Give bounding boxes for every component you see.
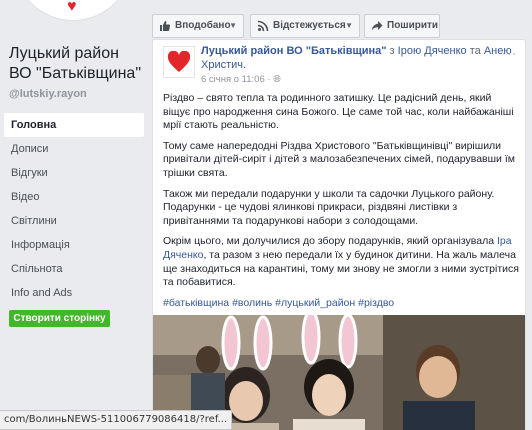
post-timestamp[interactable]: 6 січня о 11:06 · 🌐︎: [201, 74, 281, 85]
follow-label: Відстежується: [273, 20, 346, 31]
chevron-down-icon: ▼: [229, 21, 237, 30]
follow-page-button[interactable]: Відстежується ▼: [250, 14, 360, 38]
post-paragraph: Різдво – свято тепла та родинного затишк…: [163, 92, 514, 132]
chevron-down-icon: ▼: [345, 21, 353, 30]
globe-icon: 🌐︎: [273, 74, 281, 85]
more-options-icon[interactable]: ···: [502, 46, 517, 60]
page-handle[interactable]: @lutskiy.rayon: [9, 88, 87, 100]
tagged-user-1[interactable]: Ірою Дяченко: [398, 45, 467, 57]
post-author-avatar[interactable]: [163, 46, 195, 78]
share-page-button[interactable]: Поширити: [364, 14, 440, 38]
share-label: Поширити: [387, 20, 439, 31]
nav-item-home[interactable]: Головна: [4, 113, 144, 137]
feed-post: Луцький район ВО "Батьківщина" з Ірою Дя…: [152, 39, 526, 430]
and-text: та: [469, 45, 481, 57]
share-arrow-icon: [371, 20, 383, 32]
post-paragraph-text: Окрім цього, ми долучилися до збору пода…: [163, 235, 495, 248]
heart-logo-icon: ♥: [67, 0, 77, 15]
post-author-link[interactable]: Луцький район ВО "Батьківщина": [201, 45, 386, 57]
nav-item-about[interactable]: Інформація: [4, 233, 144, 257]
heart-logo-icon: [167, 51, 191, 72]
like-label: Вподобано: [175, 20, 231, 31]
nav-item-posts[interactable]: Дописи: [4, 137, 144, 161]
browser-status-url: com/ВолиньNEWS-511006779086418/?ref...: [0, 410, 233, 430]
post-text: Різдво – свято тепла та родинного затишк…: [163, 92, 519, 317]
post-paragraph: Тому саме напередодні Різдва Христового …: [163, 139, 515, 179]
create-page-button[interactable]: Створити сторінку: [9, 310, 110, 327]
post-paragraph-text: , та разом з нею передали їх у будинок д…: [163, 248, 519, 289]
thumbs-up-icon: [159, 20, 171, 32]
with-text: з: [389, 45, 395, 57]
page-action-bar: Вподобано ▼ Відстежується ▼ Поширити: [152, 14, 532, 38]
left-sidebar: ♥ Луцький район ВО "Батьківщина" @lutski…: [0, 0, 148, 430]
post-header: Луцький район ВО "Батьківщина" з Ірою Дя…: [201, 44, 521, 72]
post-paragraph: Окрім цього, ми долучилися до збору пода…: [163, 235, 519, 289]
page-avatar[interactable]: ♥: [14, 0, 132, 20]
nav-item-videos[interactable]: Відео: [4, 185, 144, 209]
page-name[interactable]: Луцький район ВО "Батьківщина": [9, 44, 144, 84]
nav-item-community[interactable]: Спільнота: [4, 257, 144, 281]
nav-item-photos[interactable]: Світлини: [4, 209, 144, 233]
nav-item-reviews[interactable]: Відгуки: [4, 161, 144, 185]
rss-icon: [257, 20, 269, 32]
page-nav: Головна Дописи Відгуки Відео Світлини Ін…: [4, 113, 144, 305]
nav-item-info-ads[interactable]: Info and Ads: [4, 281, 144, 305]
like-page-button[interactable]: Вподобано ▼: [152, 14, 244, 38]
post-paragraph: Також ми передали подарунки у школи та с…: [163, 187, 495, 227]
hashtags[interactable]: #батьківщина #волинь #луцький_район #різ…: [163, 297, 519, 311]
post-date[interactable]: 6 січня о 11:06: [201, 74, 265, 85]
